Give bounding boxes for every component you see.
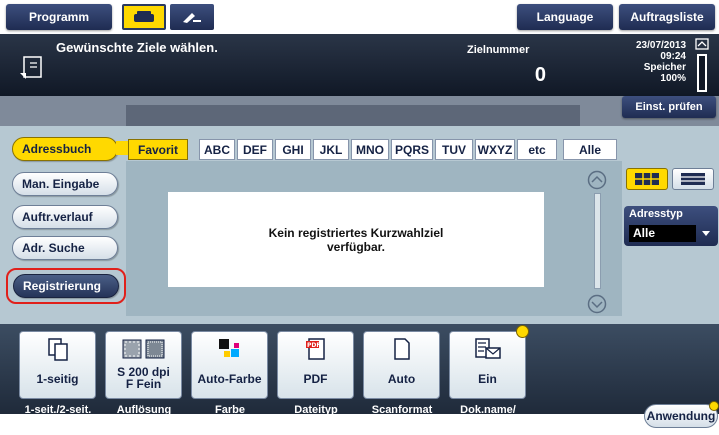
memory-value: 100% xyxy=(660,73,686,84)
memory-gauge-icon xyxy=(695,38,709,92)
document-name-icon xyxy=(474,338,501,359)
tab-alle[interactable]: Alle xyxy=(563,139,617,160)
duplex-label: 1-seit./2-seit. xyxy=(24,404,92,416)
program-button[interactable]: Programm xyxy=(6,4,112,30)
scan-size-button[interactable]: Auto xyxy=(363,331,440,399)
tab-favorit[interactable]: Favorit xyxy=(128,139,188,160)
tab-etc[interactable]: etc xyxy=(517,139,557,160)
list-view-button[interactable] xyxy=(672,168,714,190)
document-name-button[interactable]: Ein xyxy=(449,331,526,399)
address-type-dropdown[interactable]: Adresstyp Alle xyxy=(624,206,718,246)
address-type-label: Adresstyp xyxy=(629,208,683,220)
tab-mno[interactable]: MNO xyxy=(351,139,389,160)
tab-wxyz[interactable]: WXYZ xyxy=(475,139,515,160)
settings-changed-indicator xyxy=(516,325,529,338)
time: 09:24 xyxy=(660,51,686,62)
sidebar-item-job-history[interactable]: Auftr.verlauf xyxy=(12,205,118,229)
sidebar-item-label: Auftr.verlauf xyxy=(22,210,93,224)
grid-view-button[interactable] xyxy=(626,168,668,190)
document-destination-icon xyxy=(20,56,42,79)
clock: 23/07/2013 09:24 Speicher 100% xyxy=(636,40,686,84)
scan-size-value: Auto xyxy=(387,372,416,386)
grid-view-icon xyxy=(635,173,659,185)
tab-tuv[interactable]: TUV xyxy=(435,139,473,160)
empty-message-line: Kein registriertes Kurzwahlziel xyxy=(268,225,444,240)
tab-ghi[interactable]: GHI xyxy=(275,139,311,160)
list-view-icon xyxy=(681,173,705,185)
tab-handset[interactable] xyxy=(170,4,214,30)
duplex-button[interactable]: 1-seitig xyxy=(19,331,96,399)
scroll-up-icon[interactable] xyxy=(587,170,607,190)
document-name-value: Ein xyxy=(478,372,497,386)
sidebar-item-label: Adr. Suche xyxy=(22,241,85,255)
duplex-value: 1-seitig xyxy=(36,372,79,386)
scrollbar-track[interactable] xyxy=(594,193,601,289)
sidebar-item-address-search[interactable]: Adr. Suche xyxy=(12,236,118,260)
check-settings-label: Einst. prüfen xyxy=(635,101,703,113)
color-label: Farbe xyxy=(215,404,245,416)
program-label: Programm xyxy=(28,10,90,24)
file-type-button[interactable]: PDF PDF xyxy=(277,331,354,399)
resolution-value: S 200 dpi F Fein xyxy=(117,365,170,391)
selected-destinations-field xyxy=(126,105,580,127)
application-indicator xyxy=(709,401,719,411)
fax-icon xyxy=(134,11,154,22)
resolution-button[interactable]: S 200 dpi F Fein xyxy=(105,331,182,399)
application-button[interactable]: Anwendung xyxy=(644,404,718,428)
job-list-button[interactable]: Auftragsliste xyxy=(619,4,715,30)
resolution-label: Auflösung xyxy=(116,404,172,416)
scan-size-label: Scanformat xyxy=(371,404,433,416)
document-name-label: Dok.name/ Betr./And. xyxy=(460,404,516,427)
application-label: Anwendung xyxy=(646,409,716,423)
tab-jkl[interactable]: JKL xyxy=(313,139,349,160)
color-button[interactable]: Auto-Farbe xyxy=(191,331,268,399)
tab-abc[interactable]: ABC xyxy=(199,139,235,160)
sidebar-item-label: Adressbuch xyxy=(22,142,92,156)
language-button[interactable]: Language xyxy=(517,4,613,30)
tab-fax[interactable] xyxy=(122,4,166,30)
color-icon xyxy=(218,339,239,357)
sidebar-item-label: Registrierung xyxy=(23,279,102,293)
tab-pqrs[interactable]: PQRS xyxy=(391,139,433,160)
empty-message-line: verfügbar. xyxy=(326,239,386,254)
instruction-text: Gewünschte Ziele wählen. xyxy=(56,40,218,55)
empty-list-message: Kein registriertes Kurzwahlziel verfügba… xyxy=(168,192,544,287)
resolution-icon xyxy=(122,339,164,359)
check-settings-button[interactable]: Einst. prüfen xyxy=(622,96,716,118)
handset-pen-icon xyxy=(183,13,201,23)
sidebar-item-registration[interactable]: Registrierung xyxy=(13,274,119,298)
duplex-icon xyxy=(47,338,68,361)
chevron-down-icon xyxy=(702,231,710,236)
pdf-icon: PDF xyxy=(305,338,325,360)
active-tab-connector xyxy=(116,141,128,155)
file-type-label: Dateityp xyxy=(294,404,338,416)
memory-label: Speicher xyxy=(643,62,686,73)
destination-count: 0 xyxy=(534,64,546,86)
sidebar-item-label: Man. Eingabe xyxy=(22,177,100,191)
tab-def[interactable]: DEF xyxy=(237,139,273,160)
date: 23/07/2013 xyxy=(636,40,687,51)
sidebar-item-address-book[interactable]: Adressbuch xyxy=(12,137,118,161)
language-label: Language xyxy=(536,10,594,24)
destination-count-label: Zielnummer xyxy=(467,44,530,56)
color-value: Auto-Farbe xyxy=(197,372,262,386)
sidebar-item-manual-entry[interactable]: Man. Eingabe xyxy=(12,172,118,196)
scroll-down-icon[interactable] xyxy=(587,294,607,314)
file-type-value: PDF xyxy=(303,372,328,386)
address-type-value: Alle xyxy=(629,225,696,242)
svg-text:PDF: PDF xyxy=(307,342,320,349)
job-list-label: Auftragsliste xyxy=(630,10,704,24)
scan-size-icon xyxy=(393,338,410,360)
